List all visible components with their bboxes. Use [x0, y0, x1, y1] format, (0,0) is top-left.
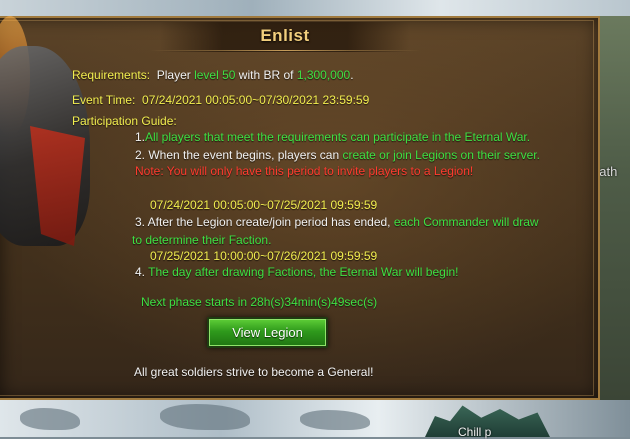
requirements-post: .: [350, 68, 354, 82]
panel-title: Enlist: [260, 26, 310, 45]
guide-item-4-num: 4.: [135, 265, 149, 279]
requirements-label: Requirements:: [72, 68, 151, 82]
guide-item-3-pre: 3. After the Legion create/join period h…: [135, 215, 394, 229]
background-snowfield-top: [0, 0, 630, 16]
guide-period-1: 07/24/2021 00:05:00~07/25/2021 09:59:59: [150, 198, 378, 212]
guide-item-2-highlight: create or join Legions on their server.: [342, 148, 540, 162]
guide-item-2: 2. When the event begins, players can cr…: [135, 148, 540, 162]
guide-item-4: 4. The day after drawing Factions, the E…: [135, 265, 459, 279]
requirements-level: level 50: [194, 68, 236, 82]
next-phase-countdown: Next phase starts in 28h(s)34min(s)49sec…: [141, 295, 378, 309]
guide-item-1: 1.All players that meet the requirements…: [135, 130, 530, 144]
event-time-value: 07/24/2021 00:05:00~07/30/2021 23:59:59: [142, 93, 370, 107]
requirements-mid: with BR of: [235, 68, 297, 82]
title-divider: [150, 50, 420, 51]
guide-item-1-num: 1.: [135, 130, 146, 144]
requirements-br: 1,300,000: [296, 68, 351, 82]
footer-motto: All great soldiers strive to become a Ge…: [134, 365, 374, 379]
rock-shape: [160, 404, 250, 430]
commander-portrait: [0, 16, 120, 286]
guide-item-4-text: The day after drawing Factions, the Eter…: [148, 265, 459, 279]
guide-item-3-highlight-b: to determine their Faction.: [132, 233, 272, 247]
guide-item-2-pre: 2. When the event begins, players can: [135, 148, 343, 162]
event-time-label: Event Time:: [72, 93, 136, 107]
guide-item-1-text: All players that meet the requirements c…: [145, 130, 531, 144]
rock-shape: [20, 408, 80, 430]
guide-item-3-highlight-a: each Commander will draw: [393, 215, 539, 229]
guide-period-2: 07/25/2021 10:00:00~07/26/2021 09:59:59: [150, 249, 378, 263]
guide-note: Note: You will only have this period to …: [135, 164, 474, 178]
requirements-pre: Player: [156, 68, 195, 82]
guide-item-3: 3. After the Legion create/join period h…: [135, 215, 539, 229]
guide-label: Participation Guide:: [72, 114, 177, 128]
event-time-line: Event Time: 07/24/2021 00:05:00~07/30/20…: [72, 93, 369, 107]
requirements-line: Requirements: Player level 50 with BR of…: [72, 68, 354, 82]
view-legion-button[interactable]: View Legion: [207, 317, 328, 348]
rock-shape: [300, 410, 370, 430]
